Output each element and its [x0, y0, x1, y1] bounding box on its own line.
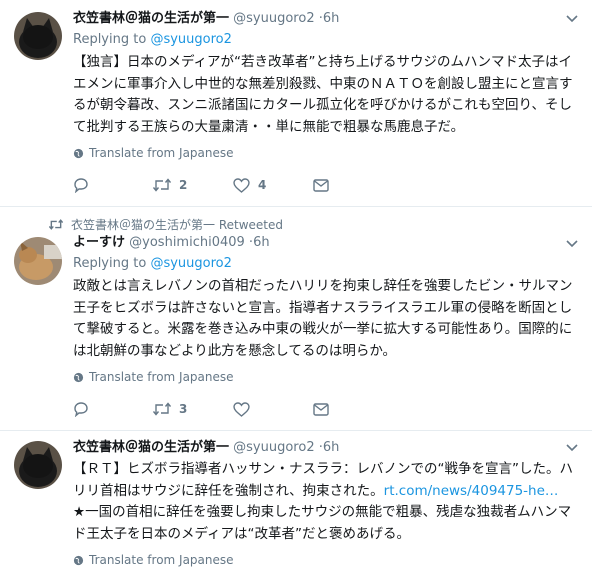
author-name[interactable]: よーすけ [73, 235, 125, 250]
tweet-header: よーすけ @yoshimichi0409 ·6h [73, 235, 270, 250]
retweet-count: 2 [179, 178, 188, 192]
replying-to-link[interactable]: @syuugoro2 [150, 256, 231, 271]
retweet-icon [153, 402, 171, 416]
reply-button[interactable] [73, 401, 153, 417]
author-name[interactable]: 衣笠書林＠猫の生活が第一 [73, 440, 229, 455]
heart-icon [233, 177, 250, 193]
tweet-time[interactable]: 6h [323, 11, 340, 26]
chevron-down-icon[interactable] [566, 441, 578, 455]
dm-button[interactable] [313, 402, 393, 416]
tweet-actions: 3 [73, 401, 393, 417]
replying-to: Replying to @syuugoro2 [73, 256, 232, 271]
retweet-button[interactable]: 2 [153, 178, 233, 192]
tweet-header: 衣笠書林＠猫の生活が第一 @syuugoro2 ·6h [73, 440, 340, 455]
avatar-dog[interactable] [14, 237, 62, 285]
replying-to: Replying to @syuugoro2 [73, 32, 232, 47]
heart-icon [233, 401, 250, 417]
globe-icon [73, 148, 84, 158]
author-name[interactable]: 衣笠書林＠猫の生活が第一 [73, 11, 229, 26]
chevron-down-icon[interactable] [566, 12, 578, 26]
reply-icon [74, 402, 88, 417]
tweet-actions: 2 4 [73, 177, 393, 193]
retweet-button[interactable]: 3 [153, 402, 233, 416]
envelope-icon [313, 402, 329, 416]
reply-button[interactable] [73, 177, 153, 193]
tweet-2[interactable]: 衣笠書林＠猫の生活が第一 Retweeted よーすけ @yoshimichi0… [0, 207, 592, 431]
tweet-header: 衣笠書林＠猫の生活が第一 @syuugoro2 ·6h [73, 11, 340, 26]
tweet-text: 政敵とは言えレバノンの首相だったハリリを拘束し辞任を強要したビン・サルマン王子を… [73, 278, 573, 359]
envelope-icon [313, 178, 329, 192]
chevron-down-icon[interactable] [566, 237, 578, 251]
replying-to-link[interactable]: @syuugoro2 [150, 32, 231, 47]
translate-link[interactable]: Translate from Japanese [73, 146, 578, 160]
avatar-cat[interactable] [14, 12, 62, 60]
tweet-time[interactable]: 6h [253, 235, 270, 250]
external-link[interactable]: rt.com/news/409475-he… [384, 483, 559, 499]
retweet-count: 3 [179, 402, 188, 416]
reply-icon [74, 178, 88, 193]
tweet-time[interactable]: 6h [323, 440, 340, 455]
tweet-3[interactable]: 衣笠書林＠猫の生活が第一 @syuugoro2 ·6h 【ＲＴ】ヒズボラ指導者ハ… [0, 431, 592, 571]
retweet-icon [153, 178, 171, 192]
author-handle[interactable]: @syuugoro2 [233, 440, 314, 455]
author-handle[interactable]: @syuugoro2 [233, 11, 314, 26]
author-handle[interactable]: @yoshimichi0409 [129, 235, 245, 250]
tweet-1[interactable]: 衣笠書林＠猫の生活が第一 @syuugoro2 ·6h Replying to … [0, 0, 592, 207]
retweet-icon [49, 219, 63, 230]
translate-link[interactable]: Translate from Japanese [73, 553, 578, 567]
like-button[interactable] [233, 401, 313, 417]
tweet-text: 【独言】日本のメディアが“若き改革者”と持ち上げるサウジのムハンマド太子はイエメ… [73, 54, 573, 135]
like-button[interactable]: 4 [233, 177, 313, 193]
dm-button[interactable] [313, 178, 393, 192]
globe-icon [73, 372, 84, 382]
like-count: 4 [258, 178, 267, 192]
globe-icon [73, 555, 84, 565]
translate-link[interactable]: Translate from Japanese [73, 370, 578, 384]
retweeted-by: 衣笠書林＠猫の生活が第一 Retweeted [49, 216, 283, 233]
avatar-cat[interactable] [14, 441, 62, 489]
tweet-text: 【ＲＴ】ヒズボラ指導者ハッサン・ナスララ：レバノンでの“戦争を宣言”した。ハリリ… [73, 461, 573, 542]
